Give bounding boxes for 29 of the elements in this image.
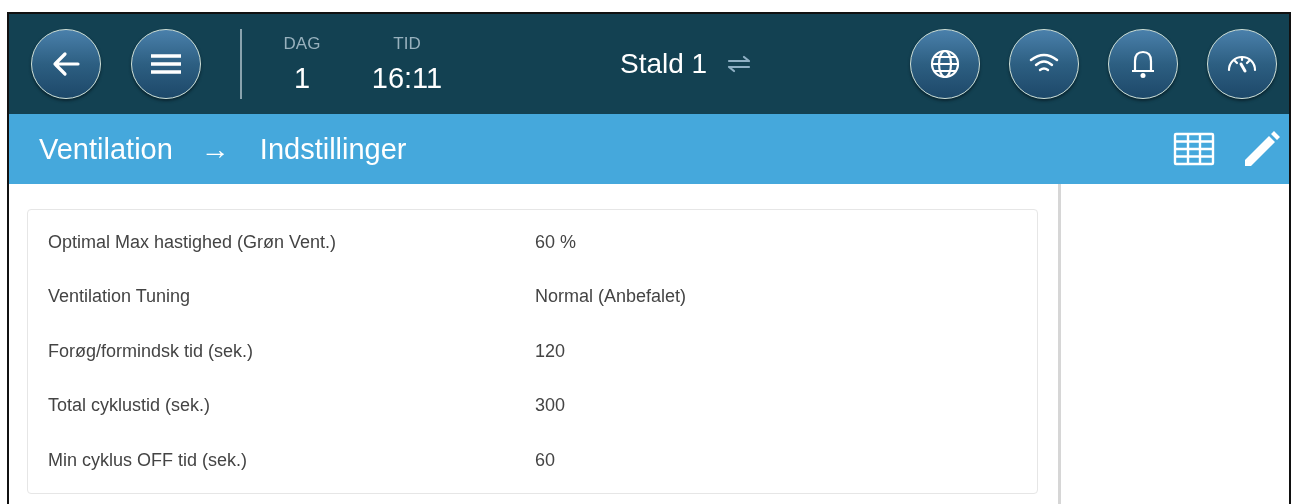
bell-button[interactable]	[1108, 29, 1178, 99]
globe-button[interactable]	[910, 29, 980, 99]
day-label: DAG	[283, 33, 321, 54]
setting-label: Min cyklus OFF tid (sek.)	[48, 449, 249, 471]
table-icon[interactable]	[1173, 132, 1215, 166]
setting-value[interactable]: 120	[535, 340, 566, 362]
page-title: Indstillinger	[259, 132, 407, 166]
day-value: 1	[293, 61, 311, 95]
menu-button[interactable]	[131, 29, 201, 99]
setting-label: Optimal Max hastighed (Grøn Vent.)	[48, 231, 338, 253]
setting-label: Forøg/formindsk tid (sek.)	[48, 340, 255, 362]
setting-value[interactable]: Normal (Anbefalet)	[535, 286, 687, 308]
house-title: Stald 1	[620, 48, 708, 80]
setting-label: Total cyklustid (sek.)	[48, 395, 212, 417]
time-label: TID	[393, 33, 421, 54]
setting-label: Ventilation Tuning	[48, 286, 192, 308]
breadcrumb-arrow: →	[200, 132, 230, 166]
bell-icon	[1130, 49, 1156, 79]
setting-value[interactable]: 60	[535, 449, 556, 471]
edit-icon[interactable]	[1243, 130, 1281, 168]
back-arrow-icon	[51, 51, 81, 77]
time-value: 16:11	[371, 61, 443, 95]
globe-icon	[929, 48, 961, 80]
wifi-button[interactable]	[1009, 29, 1079, 99]
menu-icon	[150, 53, 182, 75]
gauge-button[interactable]	[1207, 29, 1277, 99]
setting-value[interactable]: 300	[535, 395, 566, 417]
setting-value[interactable]: 60 %	[535, 231, 577, 253]
back-button[interactable]	[31, 29, 101, 99]
